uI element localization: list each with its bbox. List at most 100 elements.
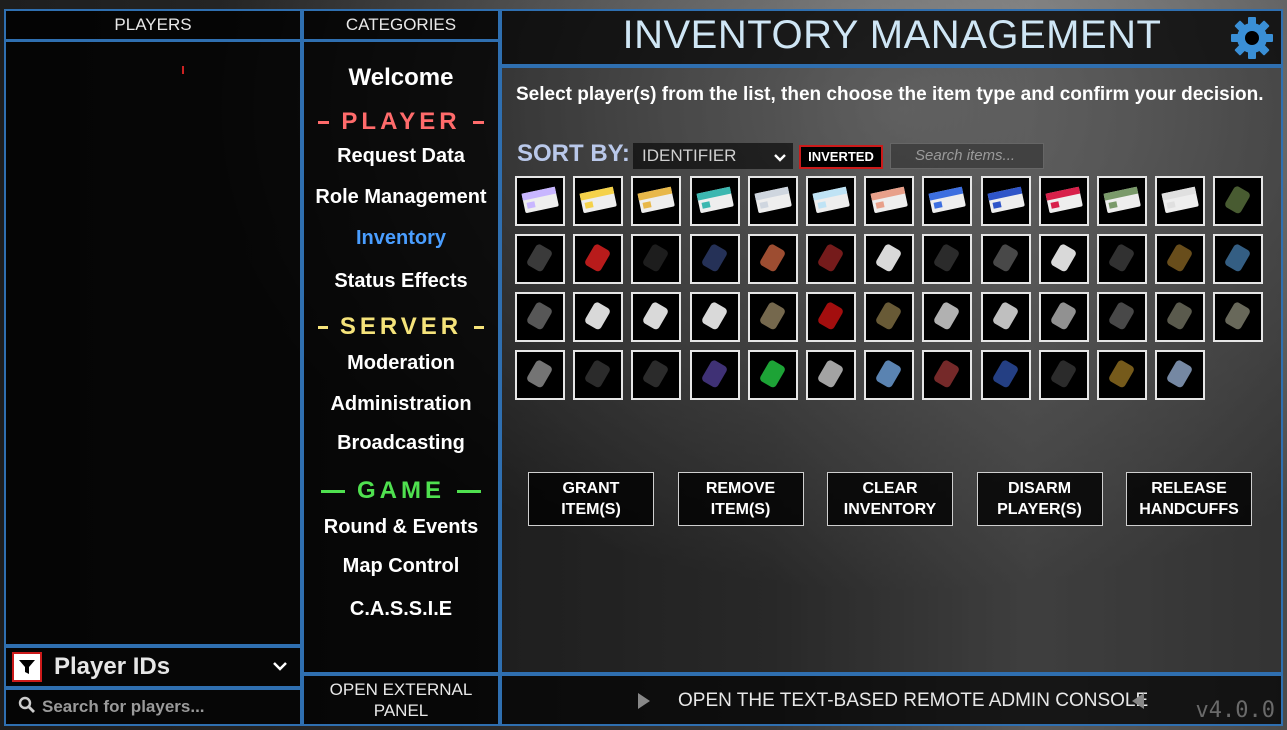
category-cassie[interactable]: C.A.S.S.I.E: [302, 598, 500, 621]
category-administration[interactable]: Administration: [302, 393, 500, 416]
item-slot-ammo-762[interactable]: [631, 292, 682, 342]
release-handcuffs-button[interactable]: RELEASE HANDCUFFS: [1126, 472, 1252, 526]
item-slot-micro-hid[interactable]: [689, 234, 740, 284]
keycard-zone-manager-icon: [695, 184, 735, 219]
keycard-janitor-icon: [520, 184, 560, 219]
item-slot-crossvec[interactable]: [980, 234, 1031, 284]
item-slot-com-15[interactable]: [515, 234, 565, 284]
open-console-bar[interactable]: OPEN THE TEXT-BASED REMOTE ADMIN CONSOLE…: [500, 674, 1283, 726]
item-slot-com-45[interactable]: [1038, 350, 1089, 400]
item-slot-ammo-556[interactable]: [1038, 234, 1089, 284]
player-filter-dropdown[interactable]: Player IDs: [4, 646, 302, 688]
clear-inventory-button[interactable]: CLEAR INVENTORY: [827, 472, 953, 526]
item-slot-scp-244a[interactable]: [689, 350, 740, 400]
ammo-12ga-icon: [870, 238, 908, 281]
item-slot-keycard-o5[interactable]: [1155, 176, 1206, 226]
keycard-mtf-captain-icon: [986, 184, 1026, 219]
category-request-data[interactable]: Request Data: [302, 145, 500, 168]
item-slot-armor-combat[interactable]: [1155, 292, 1206, 342]
jailbird-icon: [1103, 354, 1141, 397]
item-slot-com-18[interactable]: [747, 292, 798, 342]
sort-dropdown[interactable]: IDENTIFIER: [633, 143, 793, 169]
players-header: PLAYERS: [4, 9, 302, 41]
item-slot-scp-018[interactable]: [806, 292, 856, 342]
item-slot-logicer[interactable]: [1155, 234, 1206, 284]
item-slot-scp-207[interactable]: [806, 234, 856, 284]
item-slot-keycard-scientist[interactable]: [573, 176, 624, 226]
item-slot-lantern[interactable]: [1155, 350, 1206, 400]
fsp-9-icon: [1103, 238, 1141, 281]
item-slot-scp-244b[interactable]: [806, 350, 856, 400]
item-slot-armor-heavy[interactable]: [1213, 292, 1264, 342]
search-icon: [18, 696, 36, 719]
item-slot-shotgun[interactable]: [573, 350, 624, 400]
scp-244b-icon: [812, 354, 850, 397]
item-slot-medkit[interactable]: [573, 234, 624, 284]
remove-items-button[interactable]: REMOVE ITEM(S): [677, 472, 804, 526]
item-slot-keycard-mtf-captain[interactable]: [980, 176, 1031, 226]
item-search-input[interactable]: Search items...: [890, 143, 1044, 169]
category-status-effects[interactable]: Status Effects: [302, 270, 500, 293]
section-divider: [474, 325, 484, 329]
item-slot-scp-2176[interactable]: [747, 350, 798, 400]
radio-icon: [1219, 180, 1257, 223]
item-slot-flashlight[interactable]: [631, 234, 682, 284]
grant-items-button[interactable]: GRANT ITEM(S): [528, 472, 654, 526]
scp-207-icon: [812, 238, 850, 281]
category-broadcasting[interactable]: Broadcasting: [302, 432, 500, 455]
inverted-toggle[interactable]: INVERTED: [799, 145, 883, 169]
item-slot-keycard-containment-engineer[interactable]: [864, 176, 915, 226]
open-external-panel-button[interactable]: OPEN EXTERNAL PANEL: [302, 674, 500, 726]
item-slot-keycard-zone-manager[interactable]: [689, 176, 740, 226]
item-slot-fsp-9[interactable]: [1097, 234, 1147, 284]
item-slot-grenade-frag[interactable]: [1213, 234, 1264, 284]
list-marker: [182, 66, 184, 74]
item-slot-ammo-44[interactable]: [573, 292, 624, 342]
coin-icon: [1045, 296, 1083, 339]
category-map-control[interactable]: Map Control: [302, 555, 500, 578]
scp-500-icon: [754, 238, 792, 281]
item-slot-scp-268[interactable]: [864, 292, 915, 342]
item-slot-keycard-janitor[interactable]: [515, 176, 565, 226]
item-slot-keycard-guard[interactable]: [747, 176, 798, 226]
section-divider: [457, 489, 481, 493]
scp-244a-icon: [696, 354, 734, 397]
category-role-management[interactable]: Role Management: [302, 186, 500, 209]
item-slot-grenade-flash[interactable]: [515, 292, 565, 342]
item-slot-keycard-mtf-operative[interactable]: [922, 176, 973, 226]
keycard-mtf-operative-icon: [927, 184, 967, 219]
item-slot-revolver[interactable]: [515, 350, 565, 400]
category-welcome[interactable]: Welcome: [302, 64, 500, 92]
item-slot-scp-1853[interactable]: [864, 350, 915, 400]
category-moderation[interactable]: Moderation: [302, 352, 500, 375]
item-slot-scp-1576[interactable]: [922, 350, 973, 400]
item-slot-particle-disruptor[interactable]: [980, 350, 1031, 400]
category-inventory[interactable]: Inventory: [302, 227, 500, 250]
item-slot-ammo-9mm[interactable]: [689, 292, 740, 342]
item-slot-painkillers[interactable]: [980, 292, 1031, 342]
item-slot-keycard-facility-manager[interactable]: [1038, 176, 1089, 226]
logicer-icon: [1161, 238, 1199, 281]
player-search-box[interactable]: Search for players...: [4, 688, 302, 726]
sort-value: IDENTIFIER: [642, 146, 737, 165]
item-slot-ak[interactable]: [631, 350, 682, 400]
player-search-placeholder: Search for players...: [42, 697, 205, 716]
player-list[interactable]: [4, 40, 302, 646]
category-round-events[interactable]: Round & Events: [302, 516, 500, 539]
item-slot-coin[interactable]: [1038, 292, 1089, 342]
item-slot-epsilon-11[interactable]: [922, 234, 973, 284]
item-slot-scp-500[interactable]: [747, 234, 798, 284]
item-slot-jailbird[interactable]: [1097, 350, 1147, 400]
item-slot-keycard-research-supervisor[interactable]: [631, 176, 682, 226]
disarm-players-button[interactable]: DISARM PLAYER(S): [976, 472, 1103, 526]
item-slot-ammo-12ga[interactable]: [864, 234, 915, 284]
item-slot-armor-light[interactable]: [1097, 292, 1147, 342]
item-slot-adrenaline[interactable]: [922, 292, 973, 342]
item-slot-radio[interactable]: [1213, 176, 1264, 226]
item-slot-keycard-mtf-private[interactable]: [806, 176, 856, 226]
gear-icon[interactable]: [1229, 15, 1275, 66]
grenade-frag-icon: [1219, 238, 1257, 281]
adrenaline-icon: [928, 296, 966, 339]
painkillers-icon: [987, 296, 1025, 339]
item-slot-keycard-chaos-insurgency[interactable]: [1097, 176, 1147, 226]
